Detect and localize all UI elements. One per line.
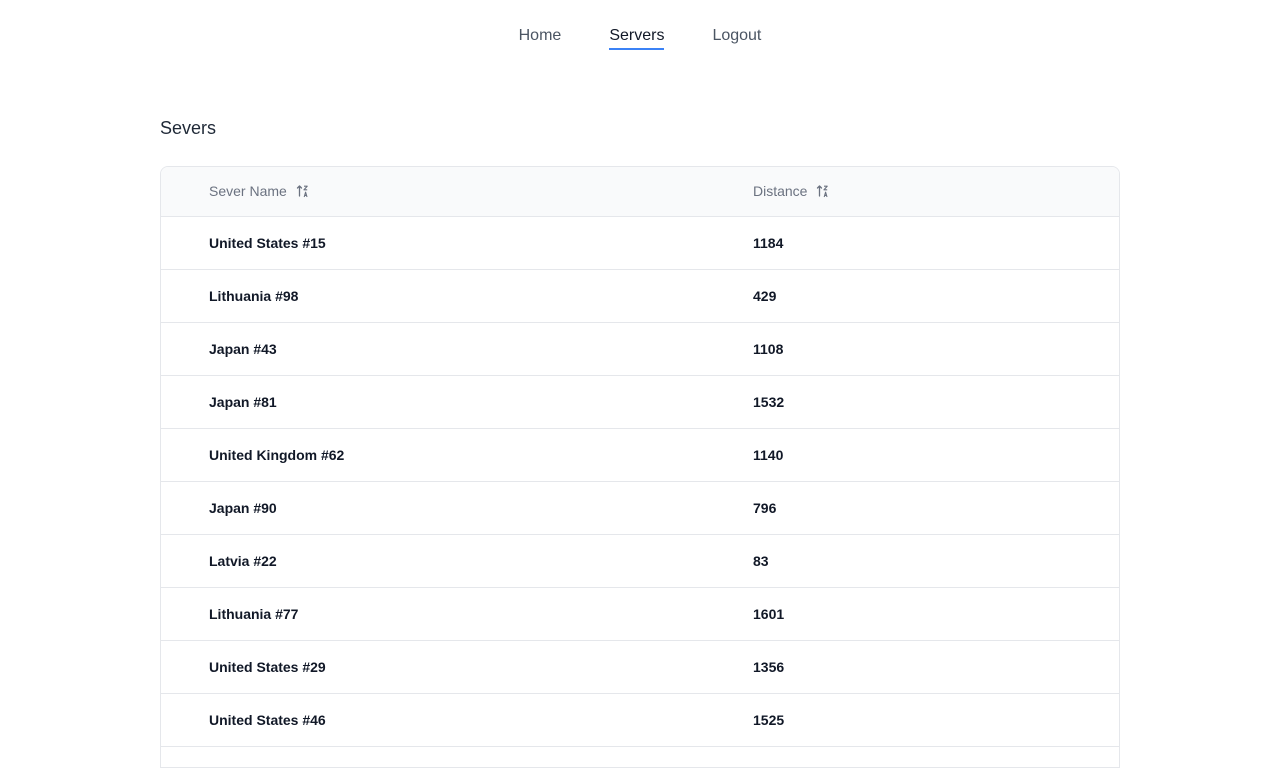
- table-row[interactable]: Japan #81 1532: [161, 376, 1119, 429]
- page-title: Severs: [160, 118, 217, 138]
- table-row[interactable]: Japan #43 1108: [161, 323, 1119, 376]
- server-name-cell: Lithuania #98: [209, 288, 299, 304]
- table-row[interactable]: Japan #90 796: [161, 482, 1119, 535]
- table-row[interactable]: United Kingdom #62 1140: [161, 429, 1119, 482]
- column-header-label: Distance: [753, 183, 808, 199]
- top-navigation: Home Servers Logout: [0, 0, 1280, 72]
- table-row[interactable]: United States #46 1525: [161, 694, 1119, 747]
- distance-cell: 1532: [753, 394, 785, 410]
- server-name-cell: Latvia #22: [209, 553, 277, 569]
- server-name-cell: Japan #90: [209, 500, 277, 516]
- distance-cell: 1140: [753, 447, 784, 463]
- table-row[interactable]: Lithuania #98 429: [161, 270, 1119, 323]
- distance-cell: 796: [753, 500, 777, 516]
- server-name-cell: Japan #81: [209, 394, 277, 410]
- table-row[interactable]: United States #15 1184: [161, 217, 1119, 270]
- server-name-cell: Japan #43: [209, 341, 277, 357]
- table-row[interactable]: Latvia #22 83: [161, 535, 1119, 588]
- server-name-cell: United States #29: [209, 659, 326, 675]
- nav-logout-link[interactable]: Logout: [712, 27, 761, 50]
- distance-cell: 83: [753, 553, 769, 569]
- table-row[interactable]: United States #29 1356: [161, 641, 1119, 694]
- table-header: Sever Name Distance: [161, 167, 1119, 217]
- server-name-cell: United States #46: [209, 712, 326, 728]
- column-header-label: Sever Name: [209, 183, 287, 199]
- server-name-cell: Lithuania #77: [209, 606, 299, 622]
- sort-icon[interactable]: [296, 184, 310, 198]
- nav-servers-link[interactable]: Servers: [609, 27, 665, 50]
- table-row[interactable]: Lithuania #77 1601: [161, 588, 1119, 641]
- distance-cell: 1601: [753, 606, 785, 622]
- column-header-distance[interactable]: Distance: [753, 183, 830, 199]
- server-name-cell: United States #15: [209, 235, 326, 251]
- sort-icon[interactable]: [816, 184, 830, 198]
- distance-cell: 1184: [753, 235, 784, 251]
- nav-home-link[interactable]: Home: [519, 27, 562, 50]
- distance-cell: 429: [753, 288, 777, 304]
- distance-cell: 1525: [753, 712, 785, 728]
- distance-cell: 1356: [753, 659, 785, 675]
- distance-cell: 1108: [753, 341, 784, 357]
- column-header-server-name[interactable]: Sever Name: [209, 183, 310, 199]
- server-name-cell: United Kingdom #62: [209, 447, 345, 463]
- servers-table: Sever Name Distance United States #15 11…: [160, 166, 1120, 768]
